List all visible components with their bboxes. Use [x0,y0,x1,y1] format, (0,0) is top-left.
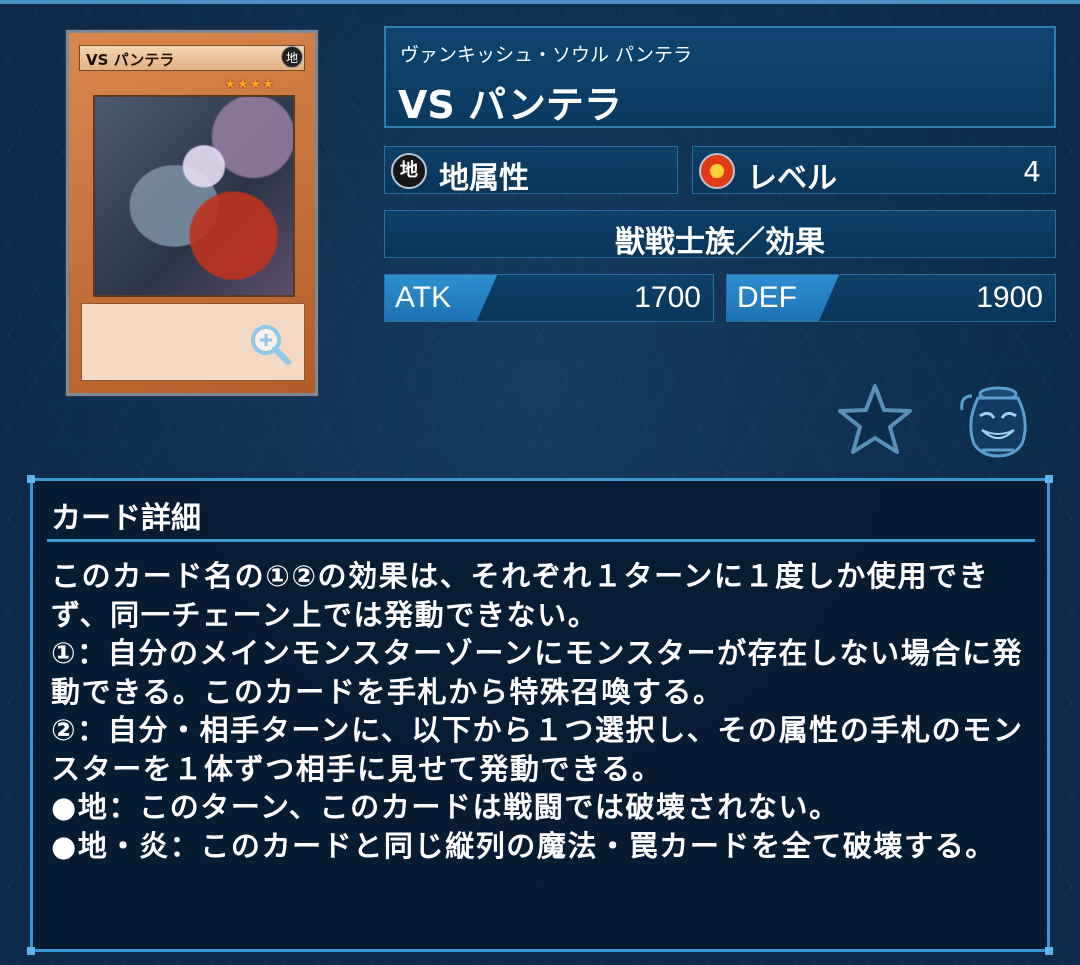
card-image-name: VS パンテラ [79,45,305,71]
detail-divider [47,539,1035,542]
top-border [0,0,1080,4]
level-label: レベル [747,161,837,196]
level-value: 4 [1023,155,1041,188]
atk-value: 1700 [634,281,701,314]
def-value: 1900 [976,281,1043,314]
card-name-ruby: ヴァンキッシュ・ソウル パンテラ [400,44,692,66]
card-artwork [93,95,295,297]
card-name-header: ヴァンキッシュ・ソウル パンテラ VS パンテラ [384,26,1056,128]
type-label: 獣戦士族／効果 [615,225,825,260]
type-field: 獣戦士族／効果 [384,210,1056,260]
atk-label: ATK [395,281,452,314]
panel-corner [1045,947,1053,955]
card-image[interactable]: VS パンテラ 地 ★★★★ [66,30,318,396]
def-field: DEF 1900 [726,274,1056,322]
pot-of-greed-icon[interactable] [952,382,1038,458]
atk-field: ATK 1700 [384,274,714,322]
card-image-attribute-icon: 地 [281,46,303,68]
attribute-field: 地 地属性 [384,146,678,196]
panel-corner [27,947,35,955]
card-effect-text: このカード名の①②の効果は、それぞれ１ターンに１度しか使用できず、同一チェーン上… [51,559,1024,863]
panel-corner [27,475,35,483]
detail-title: カード詳細 [51,501,201,536]
earth-attribute-icon: 地 [391,153,427,189]
attribute-label: 地属性 [439,161,529,196]
level-star-icon: ★ [699,153,735,189]
card-detail-panel: カード詳細 このカード名の①②の効果は、それぞれ１ターンに１度しか使用できず、同… [27,475,1053,955]
star-icon[interactable] [836,382,914,456]
card-name: VS パンテラ [398,83,622,127]
level-field: ★ レベル 4 [692,146,1056,196]
card-image-text-box [81,303,305,381]
zoom-icon[interactable] [246,320,294,368]
card-image-level-stars: ★★★★ [224,77,275,92]
panel-corner [1045,475,1053,483]
def-label: DEF [737,281,797,314]
